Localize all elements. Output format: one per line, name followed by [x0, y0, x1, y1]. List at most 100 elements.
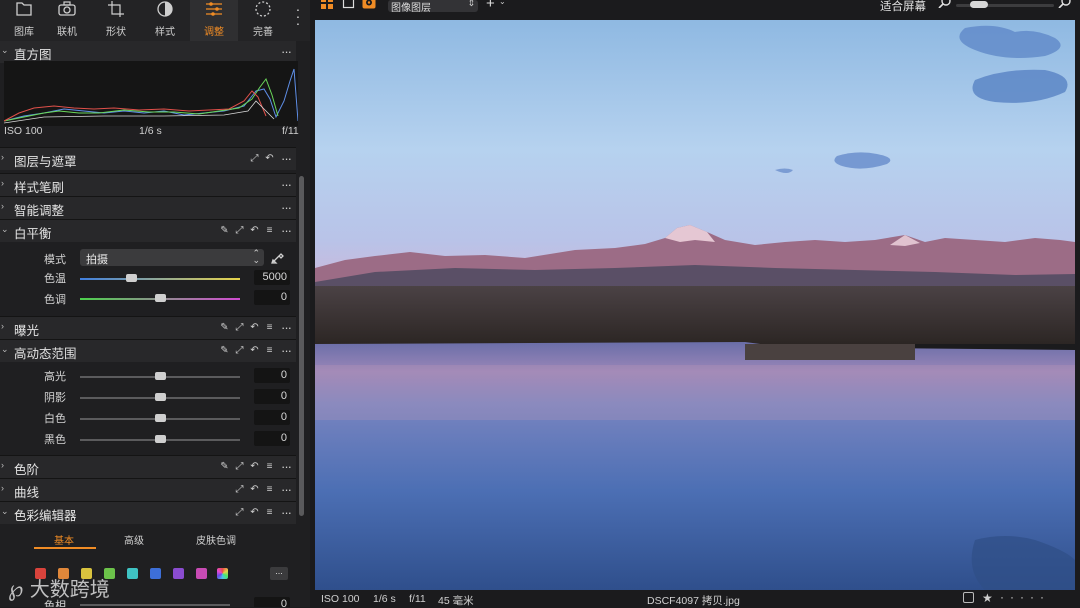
- tab-advanced[interactable]: 高级: [124, 532, 144, 547]
- section-curves[interactable]: › 曲线 ⤢ ↶ ≡ ···: [0, 478, 296, 501]
- single-view-icon[interactable]: [342, 0, 355, 9]
- reset-icon[interactable]: ↶: [249, 321, 260, 335]
- eye-icon[interactable]: [362, 0, 376, 9]
- add-icon[interactable]: +: [486, 0, 495, 12]
- presets-icon[interactable]: ≡: [264, 506, 275, 520]
- section-exposure[interactable]: › 曝光 ✎ ⤢ ↶ ≡ ···: [0, 316, 296, 339]
- expand-icon[interactable]: ⤢: [234, 506, 245, 520]
- wb-temp-slider[interactable]: [80, 274, 240, 282]
- layer-view-dropdown[interactable]: 图像图层 ⇕: [388, 0, 478, 14]
- more-options-icon[interactable]: ···: [279, 224, 293, 238]
- presets-icon[interactable]: ≡: [264, 321, 275, 335]
- section-smart-adjust[interactable]: › 智能调整 ···: [0, 196, 296, 219]
- slider-knob[interactable]: [126, 274, 138, 282]
- zoom-in-icon[interactable]: [1058, 0, 1072, 8]
- section-hdr[interactable]: ⌄ 高动态范围 ✎ ⤢ ↶ ≡ ···: [0, 339, 296, 362]
- zoom-out-icon[interactable]: [938, 0, 952, 8]
- expand-icon[interactable]: ⤢: [234, 224, 245, 238]
- expand-icon[interactable]: ⤢: [234, 321, 245, 335]
- reset-icon[interactable]: ↶: [249, 344, 260, 358]
- chevron-down-icon[interactable]: ⌄: [1, 45, 11, 57]
- hdr-shadow-slider[interactable]: [80, 393, 240, 401]
- hdr-black-value[interactable]: 0: [254, 431, 290, 446]
- eyedropper-icon[interactable]: [270, 250, 285, 265]
- wb-tint-slider[interactable]: [80, 294, 240, 302]
- wb-tint-value[interactable]: 0: [254, 290, 290, 305]
- tab-refine[interactable]: 完善: [239, 0, 287, 41]
- hdr-shadow-value[interactable]: 0: [254, 389, 290, 404]
- chevron-down-icon[interactable]: ⌄: [1, 506, 11, 518]
- expand-icon[interactable]: ⤢: [234, 344, 245, 358]
- section-layers[interactable]: › 图层与遮罩 ⤢ ↶ ···: [0, 147, 296, 170]
- chevron-down-icon[interactable]: ⌄: [499, 0, 506, 6]
- tab-styles[interactable]: 样式: [141, 0, 189, 41]
- reset-icon[interactable]: ↶: [249, 483, 260, 497]
- hdr-highlight-value[interactable]: 0: [254, 368, 290, 383]
- tab-adjust[interactable]: 调整: [190, 0, 238, 41]
- more-options-icon[interactable]: ···: [279, 152, 293, 166]
- section-levels[interactable]: › 色阶 ✎ ⤢ ↶ ≡ ···: [0, 455, 296, 478]
- picker-icon[interactable]: ✎: [219, 460, 230, 474]
- chevron-right-icon[interactable]: ›: [1, 321, 11, 333]
- more-options-icon[interactable]: ···: [279, 506, 293, 520]
- presets-icon[interactable]: ≡: [264, 224, 275, 238]
- tab-library[interactable]: 图库: [0, 0, 48, 41]
- picker-icon[interactable]: ✎: [219, 344, 230, 358]
- expand-icon[interactable]: ⤢: [234, 483, 245, 497]
- tab-tethered[interactable]: 联机: [43, 0, 91, 41]
- chevron-right-icon[interactable]: ›: [1, 201, 11, 213]
- reset-icon[interactable]: ↶: [249, 506, 260, 520]
- presets-icon[interactable]: ≡: [264, 344, 275, 358]
- wb-mode-select[interactable]: 拍摄 ⌃ ⌄: [80, 249, 264, 266]
- color-swatch[interactable]: [173, 568, 184, 579]
- picker-icon[interactable]: ✎: [219, 321, 230, 335]
- more-options-icon[interactable]: ···: [279, 321, 293, 335]
- section-color-editor[interactable]: ⌄ 色彩编辑器 ⤢ ↶ ≡ ···: [0, 501, 296, 524]
- slider-knob[interactable]: [155, 372, 166, 380]
- hdr-black-slider[interactable]: [80, 435, 240, 443]
- zoom-slider-knob[interactable]: [970, 1, 989, 8]
- hdr-white-value[interactable]: 0: [254, 410, 290, 425]
- grid-view-icon[interactable]: [320, 0, 334, 10]
- tab-shape[interactable]: 形状: [92, 0, 140, 41]
- rating-dots[interactable]: ·····: [1000, 590, 1050, 604]
- more-swatches-button[interactable]: ...: [270, 567, 288, 580]
- chevron-right-icon[interactable]: ›: [1, 178, 11, 190]
- panel-scrollbar[interactable]: [299, 176, 304, 516]
- hdr-highlight-slider[interactable]: [80, 372, 240, 380]
- star-icon[interactable]: ★: [982, 591, 993, 605]
- color-swatch[interactable]: [196, 568, 207, 579]
- chevron-right-icon[interactable]: ›: [1, 460, 11, 472]
- color-swatch[interactable]: [150, 568, 161, 579]
- presets-icon[interactable]: ≡: [264, 483, 275, 497]
- all-colors-swatch[interactable]: [217, 568, 228, 579]
- more-options-icon[interactable]: ···: [279, 460, 293, 474]
- section-style-brush[interactable]: › 样式笔刷 ···: [0, 173, 296, 196]
- expand-icon[interactable]: ⤢: [249, 152, 260, 166]
- reset-icon[interactable]: ↶: [249, 460, 260, 474]
- hue-value[interactable]: 0: [254, 597, 290, 607]
- chevron-down-icon[interactable]: ⌄: [1, 224, 11, 236]
- reset-icon[interactable]: ↶: [264, 152, 275, 166]
- more-options-icon[interactable]: ···: [279, 201, 293, 215]
- fit-screen-label[interactable]: 适合屏幕: [880, 0, 926, 14]
- section-white-balance[interactable]: ⌄ 白平衡 ✎ ⤢ ↶ ≡ ···: [0, 219, 296, 242]
- slider-knob[interactable]: [155, 294, 166, 302]
- more-options-icon[interactable]: ···: [279, 483, 293, 497]
- color-swatch[interactable]: [127, 568, 138, 579]
- chevron-down-icon[interactable]: ⌄: [1, 344, 11, 356]
- chevron-right-icon[interactable]: ›: [1, 483, 11, 495]
- presets-icon[interactable]: ≡: [264, 460, 275, 474]
- slider-knob[interactable]: [155, 414, 166, 422]
- tab-skin-tone[interactable]: 皮肤色调: [196, 532, 236, 547]
- color-tag-checkbox[interactable]: [963, 592, 974, 603]
- more-tabs-icon[interactable]: · · ·: [292, 2, 304, 30]
- reset-icon[interactable]: ↶: [249, 224, 260, 238]
- expand-icon[interactable]: ⤢: [234, 460, 245, 474]
- section-histogram[interactable]: ⌄ 直方图 ···: [0, 41, 296, 63]
- tab-basic[interactable]: 基本: [54, 532, 74, 547]
- hdr-white-slider[interactable]: [80, 414, 240, 422]
- picker-icon[interactable]: ✎: [219, 224, 230, 238]
- chevron-right-icon[interactable]: ›: [1, 152, 11, 164]
- hue-slider[interactable]: [80, 604, 230, 606]
